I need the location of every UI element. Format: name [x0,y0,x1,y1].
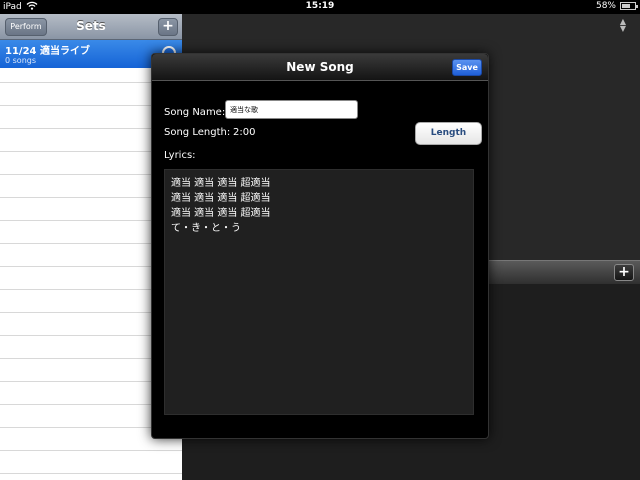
sets-nav-bar: Perform Sets + [0,14,182,40]
lyrics-label: Lyrics: [164,150,196,161]
add-song-button[interactable]: + [614,264,634,281]
clock: 15:19 [305,1,335,11]
sets-title: Sets [76,19,106,33]
song-length-label: Song Length: [164,127,231,138]
set-song-count: 0 songs [5,56,37,65]
length-button[interactable]: Length [415,122,482,145]
song-length-value: 2:00 [233,127,256,138]
sort-arrows-icon[interactable]: ▲ ▼ [620,18,626,33]
lyrics-line: 適当 適当 適当 超適当 [171,178,271,189]
set-title: 11/24 適当ライブ [5,46,90,57]
lyrics-textarea[interactable]: 適当 適当 適当 超適当 適当 適当 適当 超適当 適当 適当 適当 超適当 て… [164,169,474,415]
dialog-title: New Song [286,60,354,74]
song-name-input[interactable]: 適当な歌 [225,100,358,119]
battery-icon [620,2,638,10]
save-button[interactable]: Save [452,59,482,76]
status-bar: iPad 15:19 58% [0,0,640,14]
dialog-nav-bar: New Song Save [152,54,488,81]
new-song-dialog: New Song Save Song Name: 適当な歌 Song Lengt… [151,53,489,439]
add-set-button[interactable]: + [158,18,178,36]
lyrics-line: 適当 適当 適当 超適当 [171,193,271,204]
status-right: 58% [595,1,638,11]
song-name-label: Song Name: [164,107,226,118]
battery-percent: 58% [595,1,616,11]
lyrics-line: 適当 適当 適当 超適当 [171,208,271,219]
lyrics-line: て・き・と・う [171,223,241,234]
